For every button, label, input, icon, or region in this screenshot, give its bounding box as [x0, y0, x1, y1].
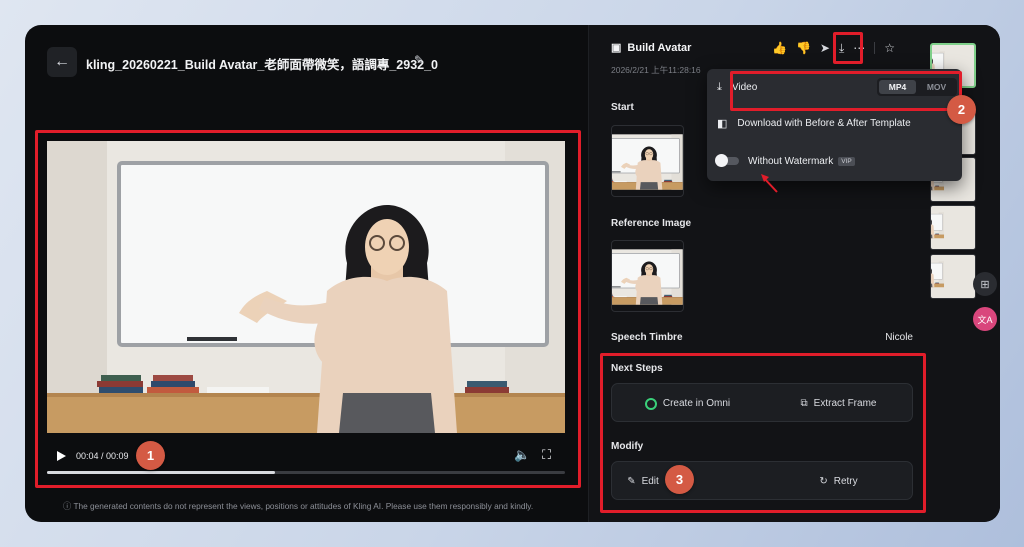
share-icon[interactable]: ➤	[820, 41, 830, 55]
play-icon[interactable]	[57, 451, 66, 461]
next-steps-group: Create in Omni ⧉ Extract Frame	[611, 383, 913, 422]
speech-timbre-label: Speech Timbre	[611, 332, 683, 343]
reference-label: Reference Image	[611, 218, 692, 229]
video-label: Video	[731, 81, 758, 93]
arrow-left-icon: ←	[54, 53, 70, 70]
history-thumb-image	[931, 255, 976, 299]
step-badge-1: 1	[136, 441, 165, 470]
video-icon: ▣	[611, 42, 622, 54]
retry-button[interactable]: ↻ Retry	[763, 462, 914, 501]
create-in-omni-button[interactable]: Create in Omni	[612, 384, 763, 423]
download-video-option[interactable]: ⤓ Video MP4 MOV	[707, 69, 962, 105]
template-icon: ◧	[717, 117, 728, 130]
watermark-toggle[interactable]	[715, 154, 739, 167]
pencil-icon: ✎	[627, 476, 636, 487]
start-image[interactable]	[611, 125, 684, 197]
start-label: Start	[611, 102, 634, 113]
rename-button[interactable]: ✎	[414, 53, 424, 67]
progress-bar[interactable]	[47, 471, 565, 474]
step-badge-3: 3	[665, 465, 694, 494]
playback-time: 00:04 / 00:09	[76, 451, 129, 461]
pencil-icon: ✎	[414, 53, 425, 67]
create-in-omni-label: Create in Omni	[662, 398, 731, 409]
video-player[interactable]	[47, 141, 565, 433]
format-mp4[interactable]: MP4	[879, 80, 916, 94]
download-template-option[interactable]: ◧ Download with Before & After Template	[707, 105, 962, 141]
template-label: Download with Before & After Template	[737, 117, 911, 129]
thumbs-down-icon[interactable]: 👎	[796, 41, 811, 55]
format-mov[interactable]: MOV	[918, 80, 955, 94]
reference-thumbnail	[612, 241, 684, 312]
watermark-option: Without Watermark VIP	[707, 143, 962, 179]
add-grid-icon[interactable]: ⊞	[973, 272, 997, 296]
vip-badge: VIP	[838, 156, 855, 166]
history-thumb-5[interactable]	[930, 254, 976, 299]
page-title: kling_20260221_Build Avatar_老師面帶微笑，語調專_2…	[86, 58, 439, 72]
download-icon: ⤓	[717, 80, 722, 93]
download-menu: ⤓ Video MP4 MOV ◧ Download with Before &…	[707, 69, 962, 181]
modify-group: ✎ Edit ↻ Retry	[611, 461, 913, 500]
disclaimer-text: ⓘ The generated contents do not represen…	[63, 501, 534, 511]
start-thumbnail	[612, 126, 684, 197]
retry-label: Retry	[833, 476, 858, 487]
speech-timbre-row: Speech Timbre Nicole	[611, 332, 913, 343]
watermark-label: Without Watermark	[748, 155, 834, 167]
thumbs-up-icon[interactable]: 👍	[772, 41, 787, 55]
volume-icon[interactable]: 🔈	[514, 447, 530, 463]
edit-label: Edit	[641, 476, 659, 487]
panel-title-text: Build Avatar	[627, 41, 692, 54]
omni-icon	[644, 397, 657, 410]
annotation-arrow	[761, 174, 778, 193]
retry-icon: ↻	[819, 476, 828, 487]
speech-timbre-value: Nicole	[885, 332, 913, 343]
step-badge-2: 2	[947, 95, 976, 124]
extract-frame-button[interactable]: ⧉ Extract Frame	[763, 384, 914, 423]
panel-title: ▣ Build Avatar	[611, 41, 692, 55]
history-thumb-4[interactable]	[930, 205, 976, 250]
format-toggle: MP4 MOV	[877, 78, 957, 96]
next-steps-label: Next Steps	[611, 363, 663, 374]
frame-icon: ⧉	[800, 398, 808, 409]
video-controls: 00:04 / 00:09 🔈 ⛶	[47, 433, 565, 483]
download-icon[interactable]: ⤓	[839, 41, 844, 56]
star-icon[interactable]: ☆	[884, 41, 895, 55]
history-thumb-image	[931, 206, 976, 250]
panel-toolbar: 👍 👎 ➤ ⤓ ⋯ ☆	[772, 39, 895, 57]
more-icon[interactable]: ⋯	[853, 41, 865, 55]
extract-frame-label: Extract Frame	[813, 398, 877, 409]
modify-label: Modify	[611, 441, 644, 452]
video-frame-image	[47, 141, 565, 433]
toolbar-divider	[874, 42, 876, 54]
reference-image[interactable]	[611, 240, 684, 312]
fullscreen-icon[interactable]: ⛶	[542, 447, 551, 463]
progress-fill	[47, 471, 275, 474]
created-date: 2026/2/21 上午11:28:16	[611, 65, 701, 75]
translate-icon[interactable]: 文A	[973, 307, 997, 331]
back-button[interactable]: ←	[47, 47, 77, 77]
